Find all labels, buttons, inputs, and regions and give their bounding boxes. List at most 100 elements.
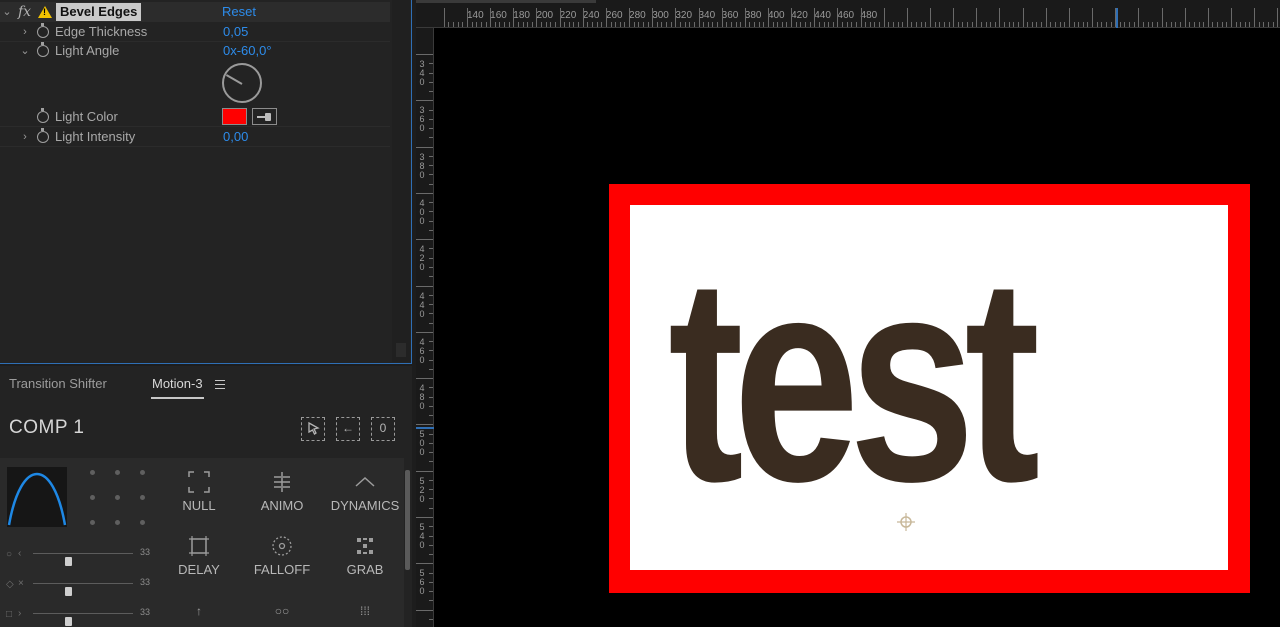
- ruler-tick: [429, 581, 433, 583]
- anchor-dot[interactable]: [115, 470, 120, 475]
- ruler-tick: [429, 63, 433, 65]
- property-light-angle[interactable]: ⌄ Light Angle 0x-60,0°: [0, 41, 390, 61]
- anchor-dot[interactable]: [90, 520, 95, 525]
- ruler-tick: [911, 22, 913, 27]
- anchor-point-icon[interactable]: [896, 512, 916, 532]
- effect-name[interactable]: Bevel Edges: [56, 3, 142, 21]
- null-button[interactable]: NULL: [157, 470, 241, 513]
- ruler-tick: [494, 22, 496, 27]
- ruler-tick: [976, 8, 978, 27]
- scrollbar-thumb[interactable]: [405, 470, 410, 570]
- select-layers-button[interactable]: [301, 417, 325, 441]
- effect-header-row[interactable]: ⌄ fx ! Bevel Edges Reset: [0, 2, 390, 22]
- ease-slider[interactable]: ○ ‹ 33: [0, 544, 160, 566]
- delay-button[interactable]: DELAY: [157, 534, 241, 577]
- ruler-tick: [429, 202, 433, 204]
- ruler-tick: [429, 415, 433, 417]
- animo-button[interactable]: ANIMO: [240, 470, 324, 513]
- ruler-tick-label: 440: [419, 290, 425, 319]
- scrollbar[interactable]: [392, 0, 410, 362]
- ease-slider[interactable]: □ › 33: [0, 604, 160, 626]
- easing-curve-preview[interactable]: [7, 467, 67, 527]
- ruler-tick: [647, 22, 649, 27]
- property-edge-thickness[interactable]: › Edge Thickness 0,05: [0, 22, 390, 42]
- ruler-tick: [429, 507, 433, 509]
- slider-track[interactable]: [33, 613, 133, 614]
- ruler-tick: [531, 22, 533, 27]
- ruler-tick: [429, 498, 433, 500]
- red-frame-layer[interactable]: test: [609, 184, 1250, 593]
- chevron-down-icon[interactable]: ⌄: [2, 2, 12, 22]
- reset-button[interactable]: Reset: [222, 2, 256, 22]
- composition-viewer[interactable]: 140 160 180 200 220 240 260 280 300 320 340 360 380 4…: [416, 0, 1280, 627]
- anchor-dot[interactable]: [90, 495, 95, 500]
- ruler-tick: [832, 22, 834, 27]
- tab-motion-3[interactable]: Motion-3: [151, 376, 204, 399]
- tool-label: FALLOFF: [253, 562, 311, 577]
- grab-button[interactable]: GRAB: [323, 534, 407, 577]
- anchor-dot[interactable]: [115, 495, 120, 500]
- ruler-tick: [1064, 22, 1066, 27]
- light-color-swatch[interactable]: [222, 108, 247, 125]
- chevron-down-icon[interactable]: ⌄: [20, 41, 30, 61]
- ruler-tick: [416, 146, 433, 148]
- property-light-intensity[interactable]: › Light Intensity 0,00: [0, 127, 390, 147]
- stopwatch-icon[interactable]: [37, 128, 49, 143]
- ruler-tick: [619, 22, 621, 27]
- slider-knob[interactable]: [65, 617, 72, 626]
- fx-icon[interactable]: fx: [18, 2, 31, 22]
- ruler-tick: [684, 22, 686, 27]
- ruler-tick: [1152, 22, 1154, 27]
- anchor-dot[interactable]: [140, 470, 145, 475]
- dynamics-button[interactable]: DYNAMICS: [323, 470, 407, 513]
- ruler-tick: [920, 22, 922, 27]
- light-intensity-value[interactable]: 0,00: [223, 127, 248, 147]
- anchor-dot[interactable]: [140, 495, 145, 500]
- stopwatch-icon[interactable]: [37, 42, 49, 57]
- anchor-dot[interactable]: [90, 470, 95, 475]
- scrollbar-thumb[interactable]: [396, 343, 406, 357]
- tool-label: DYNAMICS: [330, 498, 400, 513]
- ruler-tick: [967, 22, 969, 27]
- slider-track[interactable]: [33, 583, 133, 584]
- ruler-tick: [429, 72, 433, 74]
- zero-icon: 0: [379, 421, 387, 435]
- parent-button[interactable]: ←: [336, 417, 360, 441]
- tool-button-partial[interactable]: ○○: [240, 598, 324, 624]
- light-angle-value[interactable]: 0x-60,0°: [223, 41, 272, 61]
- falloff-button[interactable]: FALLOFF: [240, 534, 324, 577]
- ruler-tick: [1082, 22, 1084, 27]
- tab-transition-shifter[interactable]: Transition Shifter: [9, 376, 107, 391]
- stopwatch-icon[interactable]: [37, 108, 49, 123]
- chevron-right-icon[interactable]: ›: [20, 127, 30, 147]
- ruler-horizontal[interactable]: 140 160 180 200 220 240 260 280 300 320 340 360 380 4…: [416, 8, 1280, 28]
- ruler-vertical[interactable]: 340 360 380 400 420 440 460 480 500 520 540 560: [416, 28, 434, 627]
- anchor-dot[interactable]: [140, 520, 145, 525]
- tool-button-partial[interactable]: ↑: [157, 598, 241, 624]
- chevron-right-icon[interactable]: ›: [20, 22, 30, 42]
- anchor-dot[interactable]: [115, 520, 120, 525]
- slider-knob[interactable]: [65, 557, 72, 566]
- ruler-tick: [1110, 22, 1112, 27]
- ease-slider[interactable]: ◇ × 33: [0, 574, 160, 596]
- ruler-tick: [1277, 8, 1279, 27]
- eyedropper-icon[interactable]: [252, 108, 277, 125]
- menu-icon[interactable]: [215, 380, 225, 389]
- edge-thickness-value[interactable]: 0,05: [223, 22, 248, 42]
- ruler-tick: [879, 22, 881, 27]
- ruler-tick: [1272, 22, 1274, 27]
- slider-track[interactable]: [33, 553, 133, 554]
- property-light-color[interactable]: Light Color: [0, 107, 390, 127]
- ruler-tick: [897, 22, 899, 27]
- zero-button[interactable]: 0: [371, 417, 395, 441]
- ruler-tick: [605, 8, 607, 27]
- slider-knob[interactable]: [65, 587, 72, 596]
- ruler-tick: [1254, 8, 1256, 27]
- angle-dial[interactable]: [222, 63, 262, 103]
- warning-icon: !: [38, 6, 52, 18]
- stopwatch-icon[interactable]: [37, 23, 49, 38]
- white-panel-layer[interactable]: test: [630, 205, 1228, 570]
- tool-button-partial[interactable]: ⁞⁞⁞: [323, 598, 407, 624]
- canvas-text-layer[interactable]: test: [668, 233, 1040, 525]
- ruler-tick: [953, 8, 955, 27]
